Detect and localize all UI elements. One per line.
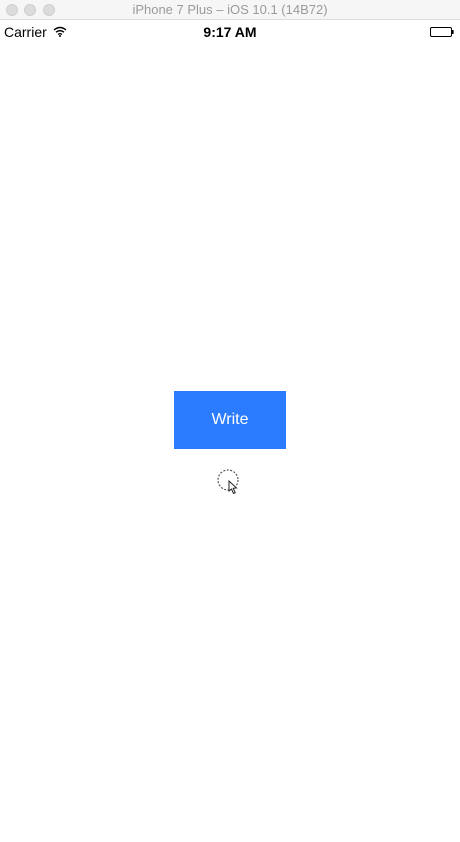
touch-cursor-icon bbox=[217, 469, 239, 495]
window-title: iPhone 7 Plus – iOS 10.1 (14B72) bbox=[132, 2, 328, 17]
write-button[interactable]: Write bbox=[174, 391, 286, 449]
window-titlebar: iPhone 7 Plus – iOS 10.1 (14B72) bbox=[0, 0, 460, 20]
ios-status-bar: Carrier 9:17 AM bbox=[0, 21, 460, 43]
status-time: 9:17 AM bbox=[203, 24, 257, 40]
battery-icon bbox=[430, 27, 454, 37]
simulator-window: iPhone 7 Plus – iOS 10.1 (14B72) Carrier… bbox=[0, 0, 460, 842]
